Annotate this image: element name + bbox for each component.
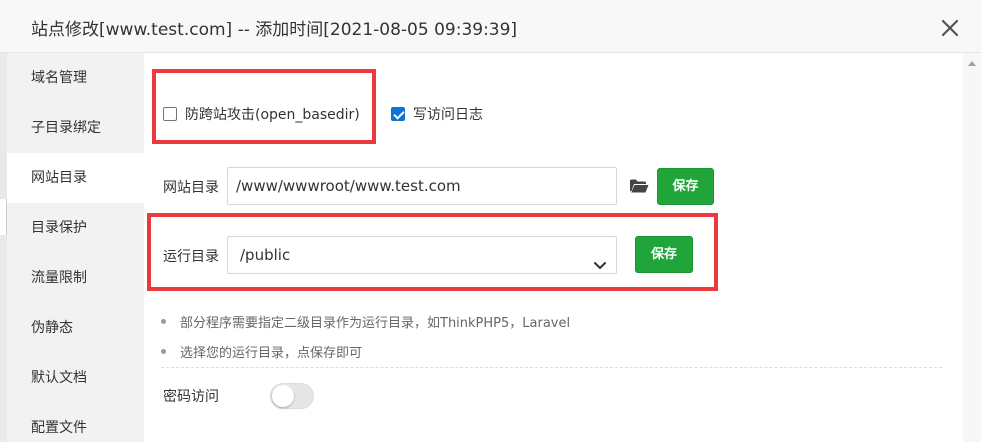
chevron-down-icon [593, 249, 607, 269]
background-page-fragment [0, 199, 7, 235]
dialog-titlebar: 站点修改[www.test.com] -- 添加时间[2021-08-05 09… [0, 0, 981, 53]
tip-item: 部分程序需要指定二级目录作为运行目录，如ThinkPHP5，Laravel [161, 312, 570, 331]
access-log-label: 写访问日志 [413, 107, 483, 123]
tip-item: 选择您的运行目录，点保存即可 [161, 342, 362, 361]
toggle-knob [272, 385, 294, 407]
bullet-dot-icon [161, 349, 166, 354]
section-divider [161, 367, 942, 368]
sidebar-item-config-file[interactable]: 配置文件 [7, 403, 144, 442]
settings-sidebar: 域名管理 子目录绑定 网站目录 目录保护 流量限制 伪静态 默认文档 配置文件 [7, 53, 144, 442]
run-directory-select[interactable]: /public [227, 236, 617, 274]
sidebar-item-subdirectory-binding[interactable]: 子目录绑定 [7, 103, 144, 153]
site-directory-label: 网站目录 [163, 180, 219, 196]
save-run-directory-button[interactable]: 保存 [635, 236, 693, 273]
background-page-edge [0, 53, 7, 442]
sidebar-item-directory-protection[interactable]: 目录保护 [7, 203, 144, 253]
dialog-title: 站点修改[www.test.com] -- 添加时间[2021-08-05 09… [31, 20, 518, 40]
run-directory-label: 运行目录 [163, 249, 219, 265]
folder-open-icon[interactable] [629, 178, 649, 194]
tip-text: 选择您的运行目录，点保存即可 [180, 346, 363, 361]
bullet-dot-icon [161, 319, 166, 324]
anti-cross-site-option[interactable]: 防跨站攻击(open_basedir) [163, 104, 360, 124]
run-directory-selected-value: /public [240, 246, 291, 264]
sidebar-item-pseudo-static[interactable]: 伪静态 [7, 303, 144, 353]
site-edit-dialog: 站点修改[www.test.com] -- 添加时间[2021-08-05 09… [0, 0, 981, 442]
close-icon[interactable] [938, 14, 962, 40]
sidebar-item-default-document[interactable]: 默认文档 [7, 353, 144, 403]
sidebar-item-traffic-limit[interactable]: 流量限制 [7, 253, 144, 303]
access-log-option[interactable]: 写访问日志 [391, 104, 483, 124]
sidebar-item-site-directory[interactable]: 网站目录 [7, 153, 144, 203]
anti-cross-site-checkbox[interactable] [163, 107, 177, 121]
anti-cross-site-label: 防跨站攻击(open_basedir) [185, 107, 360, 123]
tip-text: 部分程序需要指定二级目录作为运行目录，如ThinkPHP5，Laravel [180, 316, 571, 331]
save-site-directory-button[interactable]: 保存 [657, 168, 714, 205]
content-scrollbar[interactable] [963, 53, 981, 442]
sidebar-item-domain-management[interactable]: 域名管理 [7, 53, 144, 103]
scroll-up-arrow-icon[interactable] [968, 61, 976, 66]
site-directory-input[interactable]: /www/wwwroot/www.test.com [227, 167, 617, 205]
password-access-toggle[interactable] [270, 383, 314, 409]
access-log-checkbox[interactable] [391, 107, 405, 121]
password-access-label: 密码访问 [163, 389, 219, 405]
